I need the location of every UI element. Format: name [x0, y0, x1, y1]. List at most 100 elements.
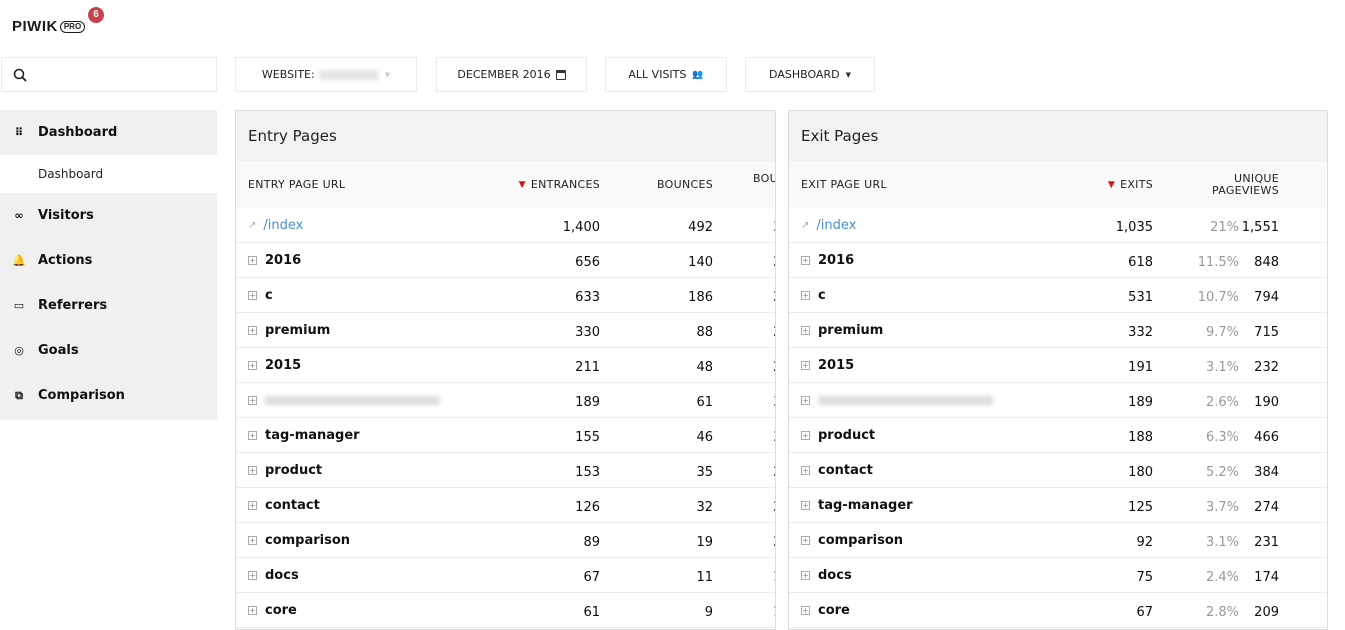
- url-cell[interactable]: + upgrade-to-piwik-pro-lp: [801, 383, 993, 418]
- column-bounces[interactable]: BOUNCES: [616, 161, 713, 208]
- expand-icon[interactable]: +: [801, 361, 810, 370]
- row-label[interactable]: core: [265, 603, 297, 618]
- row-label[interactable]: c: [265, 288, 273, 303]
- sidebar-item-dashboard[interactable]: ⠿ Dashboard: [0, 110, 217, 155]
- url-cell[interactable]: + upgrade-to-piwik-pro-lp: [248, 383, 440, 418]
- row-label[interactable]: /index: [263, 218, 303, 233]
- url-cell[interactable]: + core: [248, 593, 297, 628]
- table-row[interactable]: + contact 180 5.2% 384: [789, 453, 1327, 488]
- table-row[interactable]: + premium 330 88 2: [236, 313, 775, 348]
- sidebar-item-referrers[interactable]: ▭ Referrers: [0, 283, 217, 328]
- row-label[interactable]: 2016: [818, 253, 854, 268]
- url-cell[interactable]: + docs: [248, 558, 299, 593]
- expand-icon[interactable]: +: [801, 396, 810, 405]
- dashboard-selector[interactable]: DASHBOARD ▼: [745, 57, 875, 92]
- url-cell[interactable]: ↗ /index: [248, 208, 303, 243]
- sidebar-item-comparison[interactable]: ⧉ Comparison: [0, 373, 217, 418]
- website-selector[interactable]: WEBSITE: ▼: [235, 57, 417, 92]
- table-row[interactable]: +2015 191 3.1% 232: [789, 348, 1327, 383]
- url-cell[interactable]: + c: [248, 278, 273, 313]
- row-label[interactable]: /index: [816, 218, 856, 233]
- expand-icon[interactable]: +: [801, 501, 810, 510]
- url-cell[interactable]: + contact: [248, 488, 320, 523]
- url-cell[interactable]: + tag-manager: [248, 418, 360, 453]
- row-label[interactable]: comparison: [818, 533, 903, 548]
- row-label[interactable]: 2016: [265, 253, 301, 268]
- sidebar-item-visitors[interactable]: ∞ Visitors: [0, 193, 217, 238]
- row-label[interactable]: core: [818, 603, 850, 618]
- row-label[interactable]: c: [818, 288, 826, 303]
- table-row[interactable]: + upgrade-to-piwik-pro-lp 189 61 3: [236, 383, 775, 418]
- table-row[interactable]: ↗ /index 1,035 21% 1,551: [789, 208, 1327, 243]
- expand-icon[interactable]: +: [248, 571, 257, 580]
- url-cell[interactable]: + core: [801, 593, 850, 628]
- row-label[interactable]: product: [265, 463, 322, 478]
- expand-icon[interactable]: +: [248, 501, 257, 510]
- row-label[interactable]: 2015: [265, 358, 301, 373]
- table-row[interactable]: + tag-manager 125 3.7% 274: [789, 488, 1327, 523]
- table-row[interactable]: + comparison 89 19 2: [236, 523, 775, 558]
- url-cell[interactable]: +2016: [801, 243, 854, 278]
- row-label[interactable]: comparison: [265, 533, 350, 548]
- expand-icon[interactable]: +: [801, 431, 810, 440]
- table-row[interactable]: + comparison 92 3.1% 231: [789, 523, 1327, 558]
- sidebar-item-goals[interactable]: ◎ Goals: [0, 328, 217, 373]
- row-label[interactable]: product: [818, 428, 875, 443]
- table-row[interactable]: + upgrade-to-piwik-pro-lp 189 2.6% 190: [789, 383, 1327, 418]
- expand-icon[interactable]: +: [801, 256, 810, 265]
- row-label[interactable]: upgrade-to-piwik-pro-lp: [818, 396, 993, 405]
- column-bounce-rate[interactable]: BOU R: [753, 161, 775, 208]
- url-cell[interactable]: + tag-manager: [801, 488, 913, 523]
- url-cell[interactable]: +2016: [248, 243, 301, 278]
- date-selector[interactable]: DECEMBER 2016: [436, 57, 587, 92]
- url-cell[interactable]: + c: [801, 278, 826, 313]
- table-row[interactable]: + contact 126 32 2: [236, 488, 775, 523]
- table-row[interactable]: + core 67 2.8% 209: [789, 593, 1327, 628]
- table-row[interactable]: + product 153 35 2: [236, 453, 775, 488]
- url-cell[interactable]: + product: [248, 453, 322, 488]
- piwik-pro-logo[interactable]: PIWIK PRO 6: [12, 7, 104, 35]
- expand-icon[interactable]: +: [248, 431, 257, 440]
- url-cell[interactable]: +2015: [248, 348, 301, 383]
- table-row[interactable]: +2015 211 48 2: [236, 348, 775, 383]
- expand-icon[interactable]: +: [248, 256, 257, 265]
- expand-icon[interactable]: +: [801, 606, 810, 615]
- expand-icon[interactable]: +: [248, 396, 257, 405]
- column-unique-pageviews[interactable]: UNIQUE PAGEVIEWS: [1169, 161, 1279, 208]
- column-exit-url[interactable]: EXIT PAGE URL: [801, 161, 887, 208]
- url-cell[interactable]: +2015: [801, 348, 854, 383]
- url-cell[interactable]: + comparison: [248, 523, 350, 558]
- row-label[interactable]: contact: [265, 498, 320, 513]
- expand-icon[interactable]: +: [801, 571, 810, 580]
- url-cell[interactable]: ↗ /index: [801, 208, 856, 243]
- expand-icon[interactable]: +: [248, 361, 257, 370]
- url-cell[interactable]: + product: [801, 418, 875, 453]
- expand-icon[interactable]: +: [801, 326, 810, 335]
- expand-icon[interactable]: +: [801, 466, 810, 475]
- table-row[interactable]: +2016 618 11.5% 848: [789, 243, 1327, 278]
- row-label[interactable]: premium: [818, 323, 883, 338]
- url-cell[interactable]: + premium: [248, 313, 330, 348]
- table-row[interactable]: + premium 332 9.7% 715: [789, 313, 1327, 348]
- notification-badge[interactable]: 6: [88, 7, 104, 23]
- url-cell[interactable]: + comparison: [801, 523, 903, 558]
- table-row[interactable]: ↗ /index 1,400 492 3: [236, 208, 775, 243]
- expand-icon[interactable]: +: [248, 606, 257, 615]
- expand-icon[interactable]: +: [248, 326, 257, 335]
- url-cell[interactable]: + contact: [801, 453, 873, 488]
- search-input[interactable]: [1, 57, 217, 92]
- column-entrances[interactable]: ▼ ENTRANCES: [486, 161, 600, 208]
- row-label[interactable]: 2015: [818, 358, 854, 373]
- row-label[interactable]: tag-manager: [265, 428, 360, 443]
- row-label[interactable]: docs: [818, 568, 852, 583]
- table-row[interactable]: + tag-manager 155 46 3: [236, 418, 775, 453]
- row-label[interactable]: tag-manager: [818, 498, 913, 513]
- column-entry-url[interactable]: ENTRY PAGE URL: [248, 161, 345, 208]
- segment-selector[interactable]: ALL VISITS 👥: [605, 57, 727, 92]
- column-exits[interactable]: ▼ EXITS: [1039, 161, 1153, 208]
- row-label[interactable]: docs: [265, 568, 299, 583]
- external-link-icon[interactable]: ↗: [801, 220, 809, 231]
- expand-icon[interactable]: +: [801, 536, 810, 545]
- table-row[interactable]: +c6331862: [236, 278, 775, 313]
- external-link-icon[interactable]: ↗: [248, 220, 256, 231]
